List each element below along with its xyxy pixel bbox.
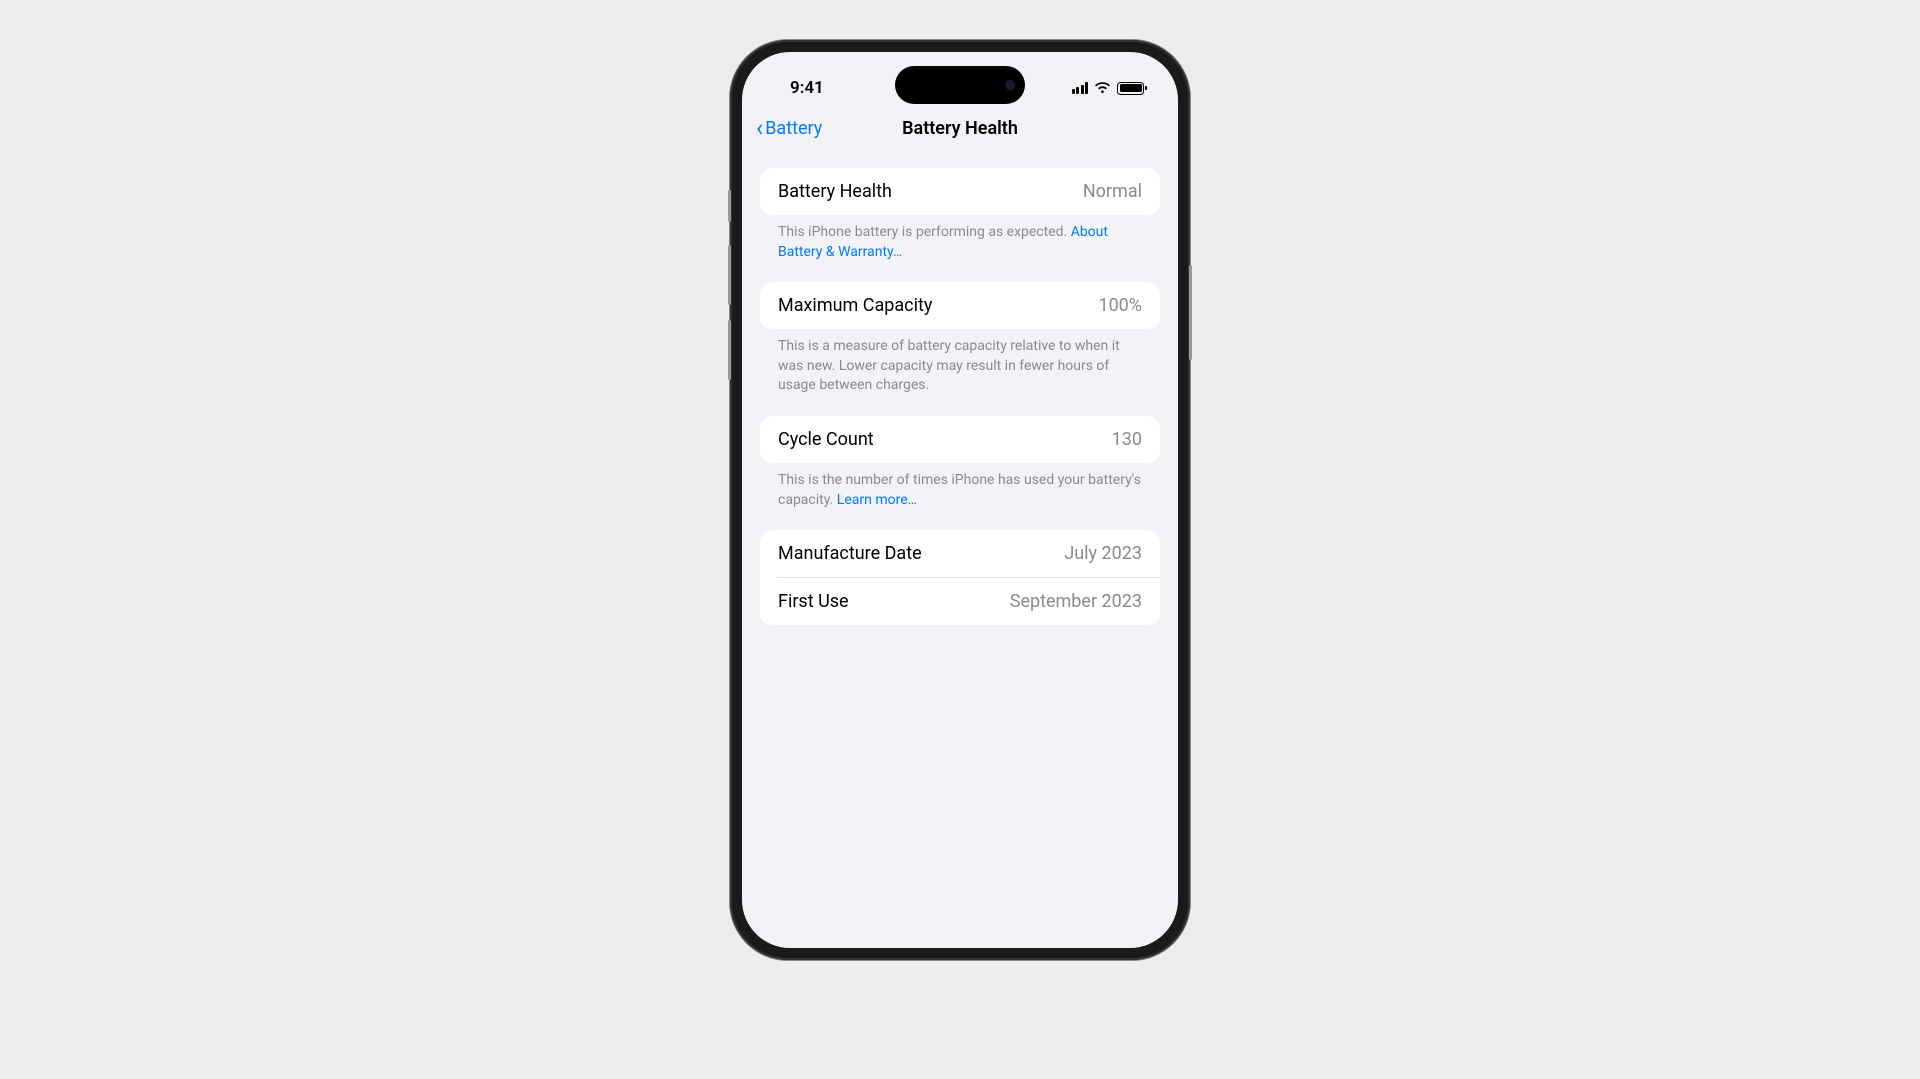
settings-content: Battery Health Normal This iPhone batter…: [742, 152, 1178, 661]
status-time: 9:41: [772, 78, 824, 98]
mute-switch: [728, 190, 731, 222]
dynamic-island: [895, 66, 1025, 104]
volume-down-button: [728, 320, 731, 380]
back-label: Battery: [765, 118, 822, 139]
first-use-value: September 2023: [1010, 591, 1142, 612]
battery-health-label: Battery Health: [778, 181, 892, 202]
back-button[interactable]: ‹ Battery: [756, 116, 822, 140]
maximum-capacity-row[interactable]: Maximum Capacity 100%: [760, 282, 1160, 329]
cycle-count-card: Cycle Count 130: [760, 416, 1160, 463]
status-icons: [1072, 79, 1149, 98]
maximum-capacity-footer: This is a measure of battery capacity re…: [760, 329, 1160, 396]
wifi-icon: [1094, 79, 1111, 98]
battery-health-card: Battery Health Normal: [760, 168, 1160, 215]
maximum-capacity-label: Maximum Capacity: [778, 295, 932, 316]
power-button: [1189, 265, 1192, 360]
first-use-row[interactable]: First Use September 2023: [778, 577, 1160, 625]
dates-card: Manufacture Date July 2023 First Use Sep…: [760, 530, 1160, 625]
volume-up-button: [728, 245, 731, 305]
manufacture-date-label: Manufacture Date: [778, 543, 922, 564]
cycle-count-row[interactable]: Cycle Count 130: [760, 416, 1160, 463]
maximum-capacity-section: Maximum Capacity 100% This is a measure …: [760, 282, 1160, 396]
phone-screen: 9:41 ‹: [742, 52, 1178, 948]
maximum-capacity-value: 100%: [1098, 295, 1142, 316]
page-title: Battery Health: [902, 118, 1018, 139]
battery-health-row[interactable]: Battery Health Normal: [760, 168, 1160, 215]
phone-frame: 9:41 ‹: [730, 40, 1190, 960]
manufacture-date-value: July 2023: [1064, 543, 1142, 564]
maximum-capacity-card: Maximum Capacity 100%: [760, 282, 1160, 329]
learn-more-link[interactable]: Learn more…: [837, 492, 917, 508]
manufacture-date-row[interactable]: Manufacture Date July 2023: [760, 530, 1160, 577]
cycle-count-section: Cycle Count 130 This is the number of ti…: [760, 416, 1160, 510]
battery-health-footer: This iPhone battery is performing as exp…: [760, 215, 1160, 262]
battery-health-section: Battery Health Normal This iPhone batter…: [760, 168, 1160, 262]
camera-dot: [1005, 80, 1015, 90]
first-use-label: First Use: [778, 591, 849, 612]
chevron-left-icon: ‹: [756, 116, 763, 140]
cycle-count-value: 130: [1112, 429, 1142, 450]
battery-health-value: Normal: [1083, 181, 1142, 202]
cellular-signal-icon: [1072, 82, 1089, 94]
nav-bar: ‹ Battery Battery Health: [742, 106, 1178, 152]
dates-section: Manufacture Date July 2023 First Use Sep…: [760, 530, 1160, 625]
battery-icon: [1117, 82, 1144, 95]
cycle-count-label: Cycle Count: [778, 429, 874, 450]
cycle-count-footer: This is the number of times iPhone has u…: [760, 463, 1160, 510]
